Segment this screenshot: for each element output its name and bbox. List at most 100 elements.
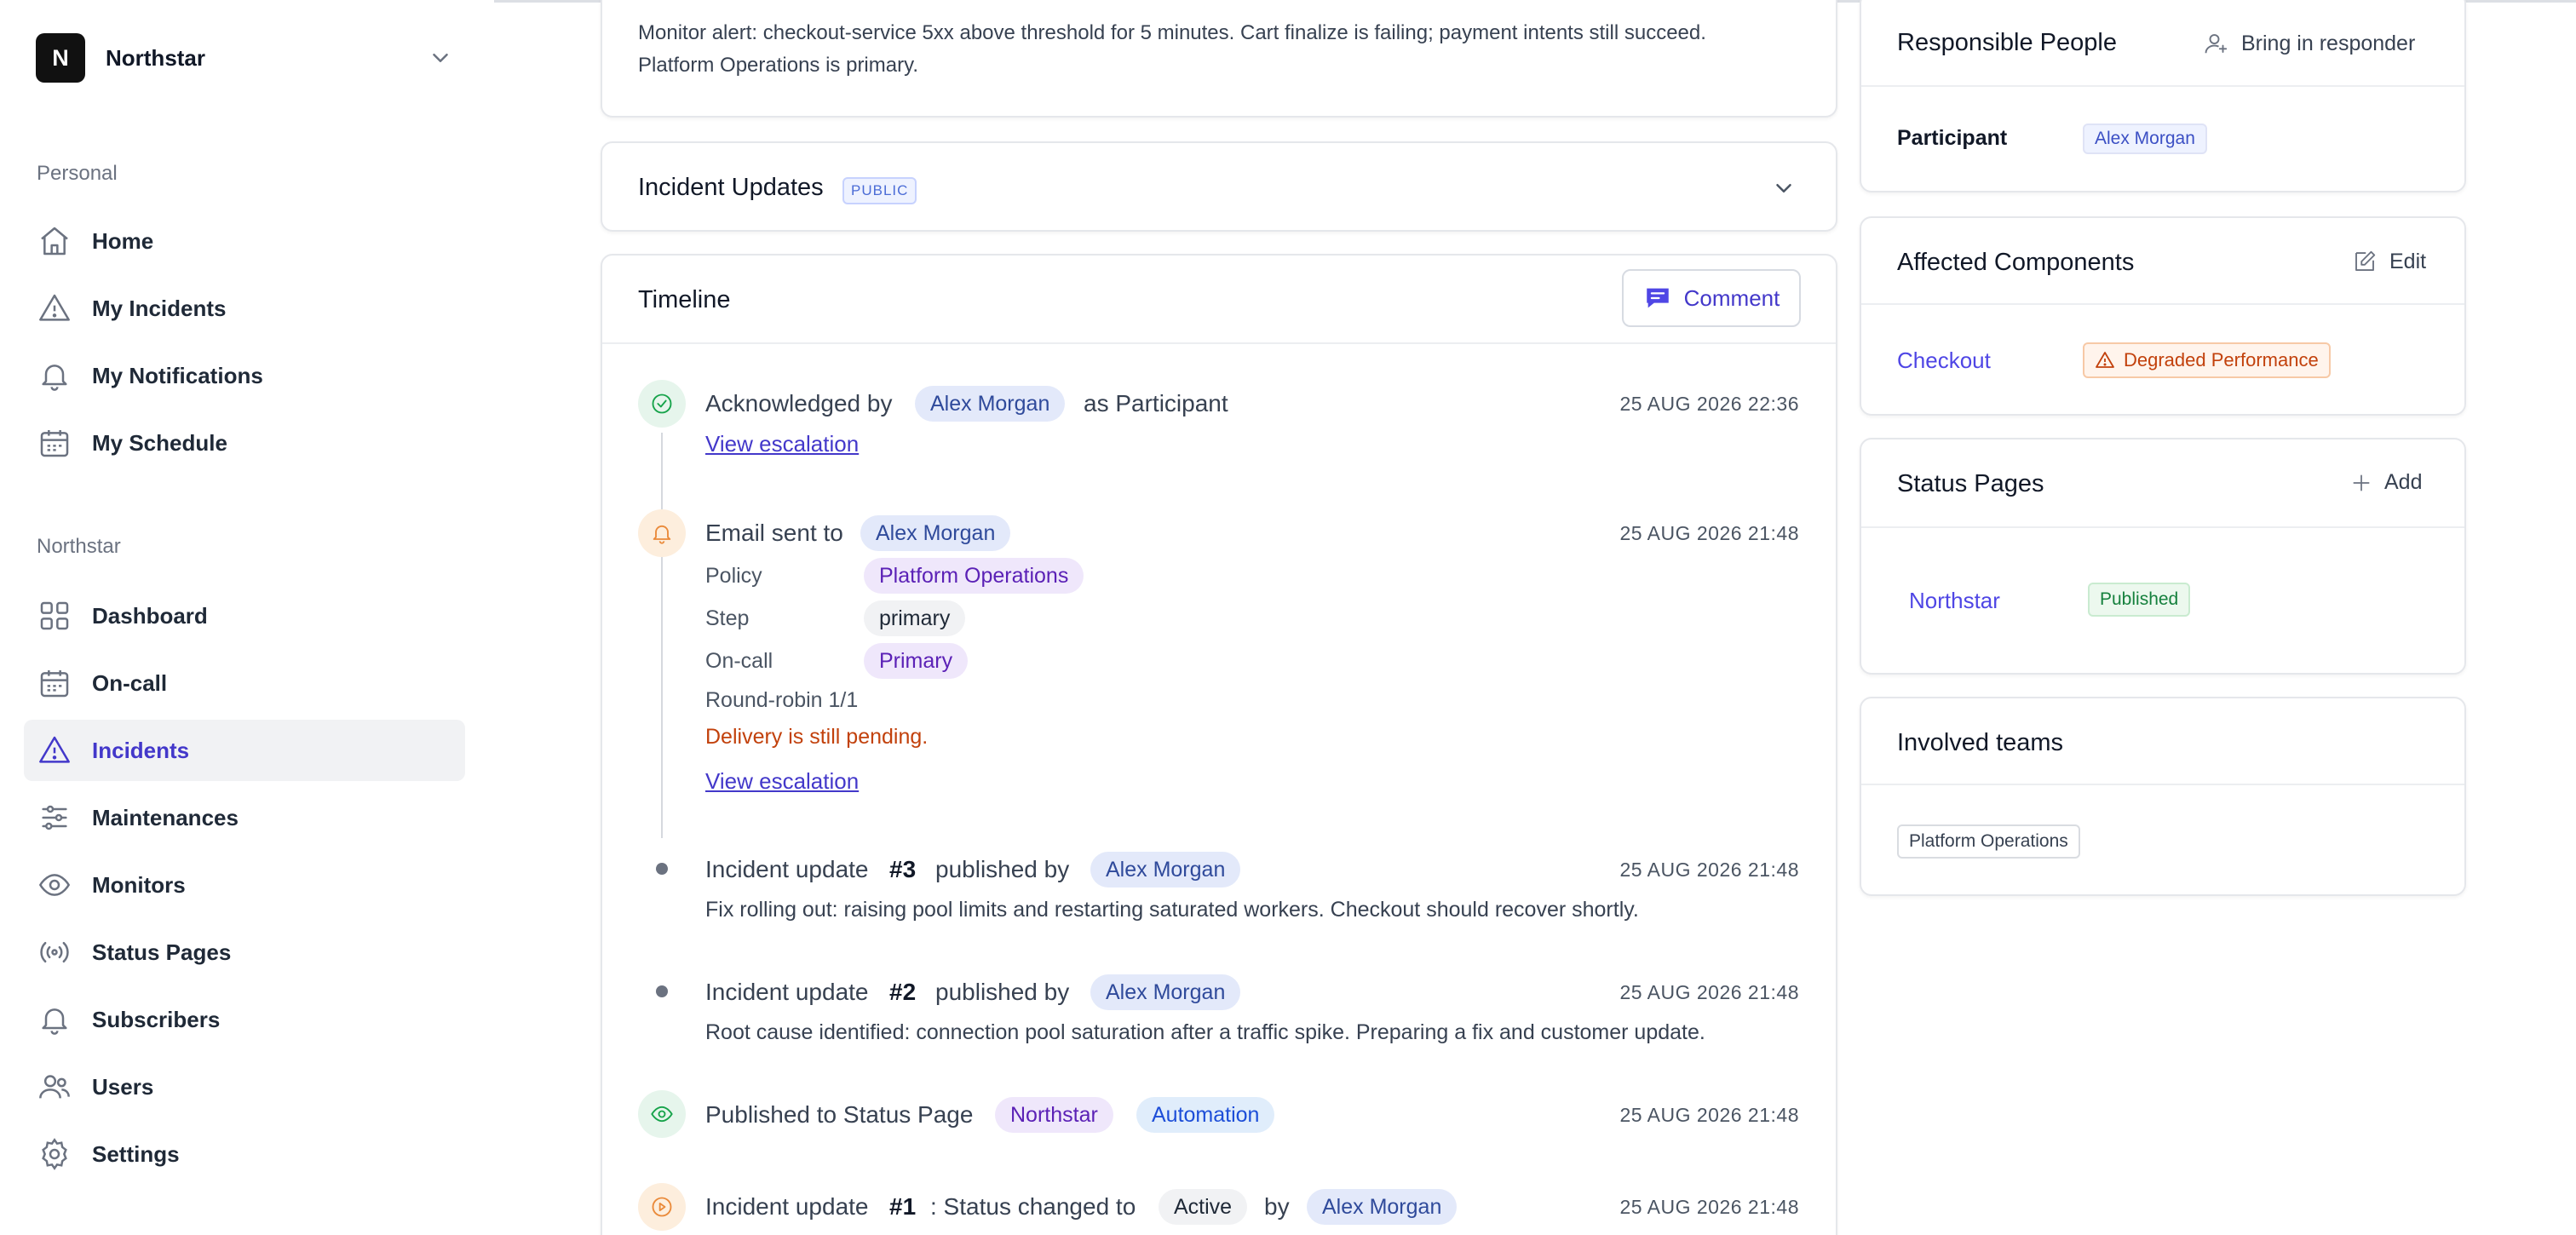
comment-icon bbox=[1646, 288, 1669, 308]
nav-item-monitors[interactable]: Monitors bbox=[24, 854, 465, 916]
edit-components-button[interactable]: Edit bbox=[2352, 249, 2426, 274]
timeline-title: Timeline bbox=[638, 286, 731, 313]
sliders-icon bbox=[42, 805, 67, 830]
update1-prefix: Incident update bbox=[705, 1193, 869, 1220]
published-prefix: Published to Status Page bbox=[705, 1101, 974, 1128]
policy-tag[interactable]: Platform Operations bbox=[864, 558, 1084, 594]
edit-icon bbox=[2355, 250, 2376, 271]
component-name-link[interactable]: Checkout bbox=[1897, 348, 1991, 374]
warning-icon bbox=[2096, 352, 2114, 368]
update2-prefix: Incident update bbox=[705, 979, 869, 1005]
nav-label: Settings bbox=[92, 1140, 180, 1167]
public-badge: PUBLIC bbox=[842, 177, 917, 204]
incident-updates-card[interactable]: Incident Updates PUBLIC bbox=[601, 141, 1837, 232]
section-label-personal: Personal bbox=[37, 162, 118, 185]
update3-user-tag[interactable]: Alex Morgan bbox=[1090, 852, 1241, 887]
published-date: 25 AUG 2026 21:48 bbox=[1619, 1104, 1799, 1126]
update2-date: 25 AUG 2026 21:48 bbox=[1619, 981, 1799, 1003]
nav-item-home[interactable]: Home bbox=[24, 210, 465, 272]
step-key: Step bbox=[705, 606, 750, 630]
view-escalation-link[interactable]: View escalation bbox=[705, 431, 859, 457]
nav-label: My Incidents bbox=[92, 295, 227, 321]
eye-icon bbox=[38, 874, 71, 896]
round-robin-text: Round-robin 1/1 bbox=[705, 688, 859, 712]
update3-number: #3 bbox=[889, 856, 917, 882]
degraded-status-badge: Degraded Performance bbox=[2083, 342, 2331, 378]
ack-user-tag[interactable]: Alex Morgan bbox=[915, 386, 1066, 422]
timeline-dot bbox=[656, 985, 668, 997]
responsible-title: Responsible People bbox=[1897, 29, 2117, 56]
nav-item-incidents[interactable]: Incidents bbox=[24, 720, 465, 781]
nav-item-my-incidents[interactable]: My Incidents bbox=[24, 278, 465, 339]
update2-user-tag[interactable]: Alex Morgan bbox=[1090, 974, 1241, 1010]
published-by-tag: Automation bbox=[1136, 1097, 1275, 1133]
nav-item-settings[interactable]: Settings bbox=[24, 1123, 465, 1185]
nav-item-maintenances[interactable]: Maintenances bbox=[24, 787, 465, 848]
degraded-status-label: Degraded Performance bbox=[2124, 349, 2319, 370]
participant-role-label: Participant bbox=[1897, 126, 2008, 150]
nav-item-status-pages[interactable]: Status Pages bbox=[24, 922, 465, 983]
affected-components-card: Affected Components Edit Checkout Degrad… bbox=[1860, 216, 2466, 416]
org-name: Northstar bbox=[106, 44, 206, 71]
gear-icon bbox=[42, 1138, 67, 1170]
published-page-tag[interactable]: Northstar bbox=[995, 1097, 1113, 1133]
update2-middle: published by bbox=[935, 979, 1070, 1005]
nav-item-my-schedule[interactable]: My Schedule bbox=[24, 412, 465, 474]
update2-body: Root cause identified: connection pool s… bbox=[705, 1020, 1705, 1044]
section-label-org: Northstar bbox=[37, 535, 121, 558]
email-user-tag[interactable]: Alex Morgan bbox=[860, 515, 1011, 551]
update2-number: #2 bbox=[889, 979, 917, 1005]
bring-in-responder-button[interactable]: Bring in responder bbox=[2204, 31, 2415, 56]
oncall-tag[interactable]: Primary bbox=[864, 643, 969, 679]
add-user-icon bbox=[2205, 34, 2228, 54]
update1-number: #1 bbox=[889, 1193, 917, 1220]
oncall-key: On-call bbox=[705, 649, 773, 673]
org-switcher[interactable]: N Northstar bbox=[36, 33, 453, 83]
nav-label: Maintenances bbox=[92, 804, 239, 830]
update1-middle: : Status changed to bbox=[930, 1193, 1136, 1220]
nav-item-my-notifications[interactable]: My Notifications bbox=[24, 345, 465, 406]
chevron-down-icon[interactable] bbox=[1771, 175, 1797, 201]
comment-button[interactable]: Comment bbox=[1622, 269, 1801, 327]
edit-label: Edit bbox=[2389, 249, 2427, 273]
users-icon bbox=[39, 1075, 70, 1099]
nav-item-users[interactable]: Users bbox=[24, 1056, 465, 1117]
involved-teams-title: Involved teams bbox=[1897, 729, 2064, 756]
team-tag[interactable]: Platform Operations bbox=[1897, 824, 2080, 859]
status-active-tag: Active bbox=[1159, 1189, 1248, 1225]
update3-date: 25 AUG 2026 21:48 bbox=[1619, 859, 1799, 881]
nav-label: My Notifications bbox=[92, 362, 263, 388]
incident-description: Monitor alert: checkout-service 5xx abov… bbox=[638, 21, 1706, 77]
sidebar: N Northstar Personal Home My Incidents M… bbox=[0, 0, 494, 1235]
status-change-play-icon bbox=[638, 1183, 686, 1231]
grid-icon bbox=[40, 601, 69, 630]
description-card: Monitor alert: checkout-service 5xx abov… bbox=[601, 0, 1837, 118]
broadcast-icon bbox=[40, 941, 69, 963]
add-status-page-button[interactable]: Add bbox=[2350, 470, 2422, 495]
home-icon bbox=[41, 227, 68, 256]
nav-item-subscribers[interactable]: Subscribers bbox=[24, 989, 465, 1050]
participant-user-tag[interactable]: Alex Morgan bbox=[2083, 124, 2207, 154]
policy-key: Policy bbox=[705, 564, 762, 588]
status-pages-card: Status Pages Add Northstar Published bbox=[1860, 438, 2466, 675]
nav-label: Users bbox=[92, 1073, 154, 1100]
ack-date: 25 AUG 2026 22:36 bbox=[1619, 393, 1799, 415]
nav-label: On-call bbox=[92, 669, 168, 696]
plus-icon bbox=[2353, 474, 2370, 491]
incident-updates-title: Incident Updates bbox=[638, 174, 824, 201]
status-page-name-link[interactable]: Northstar bbox=[1909, 588, 2000, 614]
email-date: 25 AUG 2026 21:48 bbox=[1619, 522, 1799, 544]
view-escalation-link[interactable]: View escalation bbox=[705, 768, 859, 795]
chevron-down-icon bbox=[433, 54, 448, 62]
update1-user-tag[interactable]: Alex Morgan bbox=[1307, 1189, 1458, 1225]
warning-icon bbox=[39, 736, 70, 763]
nav-item-on-call[interactable]: On-call bbox=[24, 652, 465, 714]
components-title: Affected Components bbox=[1897, 249, 2135, 276]
warning-icon bbox=[39, 294, 70, 321]
acknowledged-check-icon bbox=[638, 380, 686, 428]
nav-label: Subscribers bbox=[92, 1006, 221, 1032]
nav-label: Dashboard bbox=[92, 602, 208, 629]
nav-item-dashboard[interactable]: Dashboard bbox=[24, 585, 465, 646]
responsible-people-card: Responsible People Bring in responder Pa… bbox=[1860, 0, 2466, 192]
update3-prefix: Incident update bbox=[705, 856, 869, 882]
